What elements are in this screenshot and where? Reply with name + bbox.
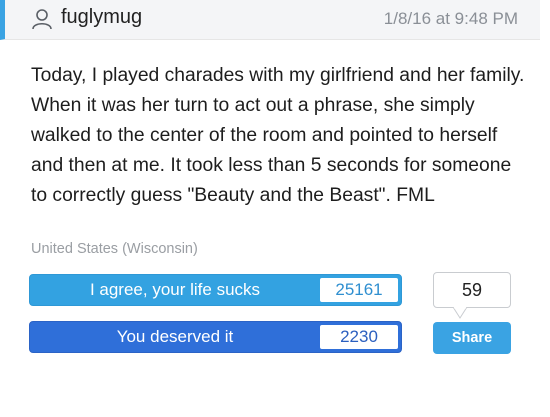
user-icon[interactable] — [31, 8, 53, 30]
speech-bubble-icon — [452, 307, 468, 319]
deserved-label: You deserved it — [116, 327, 234, 346]
agree-count: 25161 — [320, 278, 398, 302]
share-button[interactable]: Share — [433, 322, 511, 354]
agree-vote-button[interactable]: I agree, your life sucks 25161 — [29, 274, 402, 306]
username[interactable]: fuglymug — [61, 6, 142, 29]
deserved-count: 2230 — [320, 325, 398, 349]
post-header: fuglymug 1/8/16 at 9:48 PM — [0, 0, 540, 40]
post-card: fuglymug 1/8/16 at 9:48 PM Today, I play… — [0, 0, 540, 372]
comment-count: 59 — [461, 280, 483, 300]
timestamp: 1/8/16 at 9:48 PM — [383, 9, 518, 28]
agree-label: I agree, your life sucks — [89, 280, 261, 299]
story-text: Today, I played charades with my girlfri… — [31, 65, 525, 206]
comments-button[interactable]: 59 — [433, 272, 511, 308]
deserved-vote-button[interactable]: You deserved it 2230 — [29, 321, 402, 353]
location: United States (Wisconsin) — [31, 241, 198, 257]
